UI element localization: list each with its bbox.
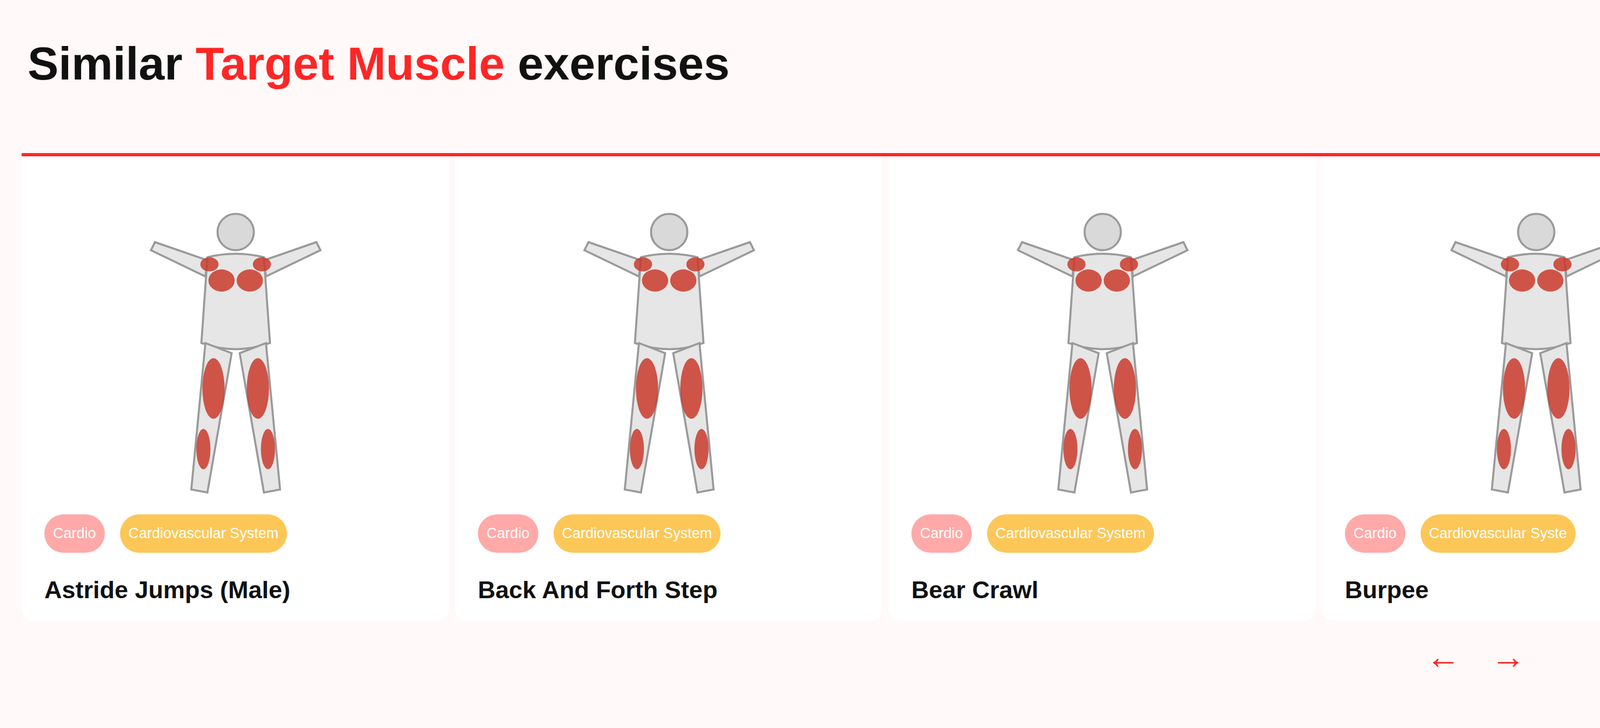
- exercise-image: [911, 156, 1295, 509]
- title-highlight: Target Muscle: [195, 35, 505, 92]
- exercise-name: Bear Crawl: [911, 575, 1295, 605]
- similar-exercises-page: SimilarTarget MuscleexercisesCardioCardi…: [0, 0, 1600, 728]
- carousel-nav: ←→: [21, 620, 1600, 678]
- tag[interactable]: Cardio: [477, 514, 539, 553]
- tag[interactable]: Cardiovascular System: [120, 514, 288, 553]
- title-after: exercises: [517, 35, 730, 92]
- tag[interactable]: Cardio: [1344, 514, 1406, 553]
- exercise-card[interactable]: Cardio Cardiovascular System Bear Crawl: [888, 156, 1316, 621]
- title-before: Similar: [27, 35, 183, 92]
- exercise-carousel: Cardio Cardiovascular System Astride Jumps…: [21, 156, 1600, 621]
- tag-list: Cardio Cardiovascular Syste: [1344, 514, 1600, 553]
- muscle-figure-icon: [1433, 201, 1600, 505]
- exercise-name: Back And Forth Step: [477, 575, 861, 605]
- tag[interactable]: Cardio: [911, 514, 972, 553]
- section-title: SimilarTarget Muscleexercises: [27, 35, 1600, 92]
- exercise-name: Astride Jumps (Male): [44, 575, 428, 605]
- exercise-image: [477, 156, 861, 509]
- prev-button[interactable]: ←: [1425, 635, 1461, 678]
- tag-list: Cardio Cardiovascular System: [911, 514, 1295, 553]
- exercise-card[interactable]: Cardio Cardiovascular System Astride Jumps…: [21, 156, 449, 621]
- exercise-name: Burpee: [1344, 575, 1600, 605]
- tag-list: Cardio Cardiovascular System: [477, 514, 861, 553]
- tag[interactable]: Cardiovascular System: [553, 514, 722, 553]
- next-button[interactable]: →: [1490, 635, 1526, 678]
- muscle-figure-icon: [566, 201, 772, 505]
- tag-list: Cardio Cardiovascular System: [44, 514, 428, 553]
- tag[interactable]: Cardiovascular System: [987, 514, 1155, 553]
- tag[interactable]: Cardio: [44, 514, 105, 553]
- exercise-image: [1344, 156, 1600, 509]
- exercise-card[interactable]: Cardio Cardiovascular System Back And Fort…: [455, 156, 883, 621]
- exercise-card[interactable]: Cardio Cardiovascular Syste Burpee: [1322, 156, 1600, 621]
- tag[interactable]: Cardiovascular Syste: [1420, 514, 1576, 553]
- muscle-figure-icon: [132, 201, 339, 505]
- muscle-figure-icon: [1000, 201, 1206, 505]
- exercise-image: [44, 156, 428, 509]
